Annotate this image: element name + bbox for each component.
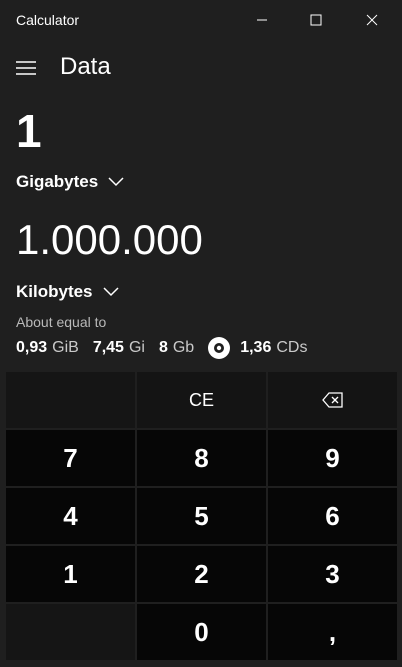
equivalent-item: 0,93 GiB: [16, 339, 79, 356]
digit-1-button[interactable]: 1: [6, 546, 135, 602]
minimize-button[interactable]: [240, 4, 284, 36]
from-unit-selector[interactable]: Gigabytes: [16, 172, 124, 192]
app-header: Data: [0, 48, 402, 88]
from-unit-label: Gigabytes: [16, 172, 99, 191]
hamburger-icon: [16, 61, 36, 75]
digit-2-button[interactable]: 2: [137, 546, 266, 602]
digit-4-button[interactable]: 4: [6, 488, 135, 544]
navigation-menu-button[interactable]: [10, 52, 42, 84]
minimize-icon: [257, 19, 267, 21]
about-equal-label: About equal to: [16, 314, 107, 330]
digit-7-button[interactable]: 7: [6, 430, 135, 486]
equivalent-item: 1,36 CDs: [208, 337, 307, 359]
window-title: Calculator: [16, 12, 80, 28]
digit-6-button[interactable]: 6: [268, 488, 397, 544]
to-unit-label: Kilobytes: [16, 282, 93, 301]
digit-9-button[interactable]: 9: [268, 430, 397, 486]
input-value[interactable]: 1: [16, 104, 42, 158]
maximize-icon: [310, 14, 322, 26]
chevron-down-icon: [108, 177, 124, 187]
close-button[interactable]: [350, 4, 394, 36]
to-unit-selector[interactable]: Kilobytes: [16, 282, 119, 302]
title-bar: Calculator: [0, 0, 402, 42]
clear-entry-button[interactable]: CE: [137, 372, 266, 428]
keypad-empty-cell: [6, 604, 135, 660]
decimal-separator-button[interactable]: ,: [268, 604, 397, 660]
maximize-button[interactable]: [294, 4, 338, 36]
backspace-icon: [321, 392, 343, 408]
output-value[interactable]: 1.000.000: [16, 214, 203, 266]
close-icon: [366, 14, 378, 26]
cd-icon: [208, 337, 231, 359]
digit-3-button[interactable]: 3: [268, 546, 397, 602]
digit-8-button[interactable]: 8: [137, 430, 266, 486]
equivalent-item: 7,45 Gi: [92, 339, 145, 356]
chevron-down-icon: [103, 287, 119, 297]
keypad-empty-cell: [6, 372, 135, 428]
equivalents-row: 0,93 GiB 7,45 Gi 8 Gb 1,36 CDs: [16, 334, 321, 362]
backspace-button[interactable]: [268, 372, 397, 428]
digit-5-button[interactable]: 5: [137, 488, 266, 544]
digit-0-button[interactable]: 0: [137, 604, 266, 660]
equivalent-item: 8 Gb: [158, 339, 195, 356]
mode-title: Data: [60, 53, 111, 80]
